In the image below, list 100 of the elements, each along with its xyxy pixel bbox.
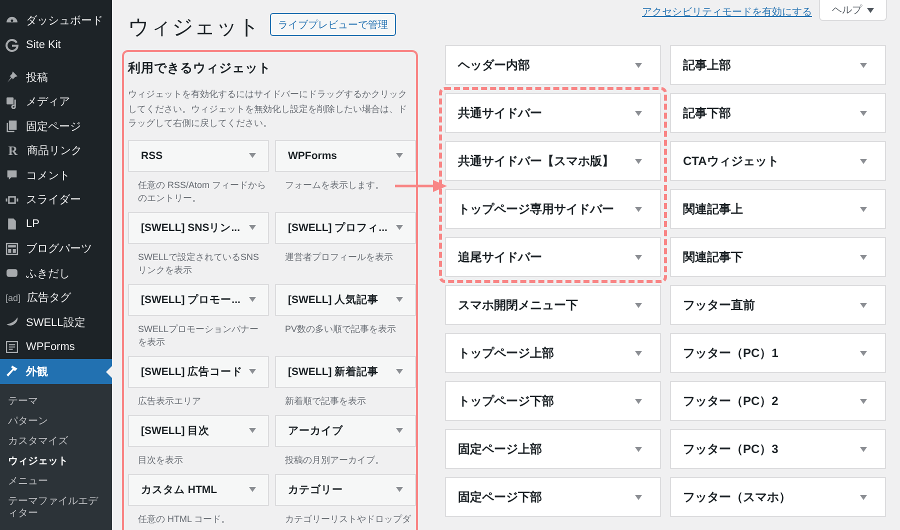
widget-area[interactable]: トップページ専用サイドバー	[445, 189, 661, 229]
g-logo-icon	[5, 38, 19, 52]
caret-icon	[396, 153, 403, 158]
caret-icon	[860, 350, 867, 356]
menu-item[interactable]: ブログパーツ	[0, 236, 112, 261]
widget-description: PV数の多い順で記事を表示	[284, 322, 398, 336]
widget-card[interactable]: [SWELL] 人気記事	[275, 284, 416, 316]
menu-item[interactable]: 投稿	[0, 65, 112, 90]
live-preview-button[interactable]: ライブプレビューで管理	[270, 13, 396, 36]
widget-description: 広告表示エリア	[137, 394, 202, 408]
caret-icon	[860, 158, 867, 164]
widget-description: 任意の RSS/Atom フィードからのエントリー。	[137, 178, 268, 204]
widget-area[interactable]: 記事下部	[670, 93, 886, 133]
widget-area[interactable]: フッター（PC）3	[670, 429, 886, 469]
caret-icon	[860, 254, 867, 260]
caret-icon	[867, 8, 874, 12]
form-icon	[5, 340, 19, 354]
pages-icon	[5, 119, 19, 134]
widget-area[interactable]: ヘッダー内部	[445, 45, 661, 85]
accessibility-mode-link[interactable]: アクセシビリティモードを有効にする	[642, 5, 812, 19]
widget-card[interactable]: [SWELL] SNSリン...	[128, 212, 269, 244]
menu-item[interactable]: ダッシュボード	[0, 8, 112, 32]
paintbrush-icon	[5, 364, 19, 378]
widget-area[interactable]: フッター（スマホ）	[670, 477, 886, 517]
menu-item[interactable]: LP	[0, 212, 112, 236]
widget-description: 目次を表示	[137, 454, 184, 466]
widget-area[interactable]: トップページ下部	[445, 381, 661, 421]
widget-card[interactable]: RSS	[128, 140, 269, 172]
menu-item[interactable]: WPForms	[0, 334, 112, 359]
caret-icon	[860, 446, 867, 452]
caret-icon	[635, 302, 642, 308]
widget-area[interactable]: 関連記事下	[670, 237, 886, 277]
widget-card[interactable]: [SWELL] プロフィ...	[275, 212, 416, 244]
pushpin-icon	[5, 70, 19, 84]
menu-item[interactable]: R 商品リンク	[0, 138, 112, 163]
menu-icon: [ad]	[3, 292, 23, 303]
layout-grid-icon	[5, 242, 19, 256]
caret-icon	[635, 158, 642, 164]
widget-area[interactable]: 共通サイドバー【スマホ版】	[445, 141, 661, 181]
caret-icon	[249, 225, 256, 230]
submenu-item[interactable]: パターン	[0, 412, 112, 432]
submenu-item[interactable]: カスタマイズ	[0, 432, 112, 452]
menu-item[interactable]: [ad] 広告タグ	[0, 286, 112, 310]
widget-area[interactable]: 固定ページ上部	[445, 429, 661, 469]
widget-area[interactable]: 記事上部	[670, 45, 886, 85]
caret-icon	[635, 62, 642, 68]
caret-icon	[396, 369, 403, 374]
widget-card[interactable]: [SWELL] プロモー...	[128, 284, 269, 316]
panel-description: ウィジェットを有効化するにはサイドバーにドラッグするかクリックしてください。ウィジェットを無効化し設定を削除したい場合は、ドラッグして右側に戻してください。	[128, 88, 408, 130]
widget-description: カテゴリーリストやドロップダ	[284, 512, 412, 526]
caret-icon	[396, 297, 403, 302]
widget-description: 運営者プロフィールを表示	[284, 250, 394, 264]
menu-item[interactable]: 外観	[0, 359, 112, 384]
widget-card[interactable]: [SWELL] 新着記事	[275, 356, 416, 388]
help-button[interactable]: ヘルプ	[819, 0, 887, 21]
menu-item[interactable]: ふきだし	[0, 261, 112, 286]
caret-icon	[860, 398, 867, 404]
widget-description: SWELLプロモーションバナーを表示	[137, 322, 260, 348]
menu-item[interactable]: Site Kit	[0, 32, 112, 57]
page-title: ウィジェット	[128, 15, 260, 41]
submenu-item[interactable]: ウィジェット	[0, 452, 112, 472]
widget-area[interactable]: フッター直前	[670, 285, 886, 325]
widget-area[interactable]: 関連記事上	[670, 189, 886, 229]
menu-item[interactable]: SWELL設定	[0, 310, 112, 334]
comment-icon	[5, 168, 19, 182]
widget-area[interactable]: 共通サイドバー	[445, 93, 661, 133]
widget-area[interactable]: トップページ上部	[445, 333, 661, 373]
widget-card[interactable]: カスタム HTML	[128, 474, 269, 506]
submenu-item[interactable]: テーマファイルエディター	[0, 492, 112, 524]
caret-icon	[860, 494, 867, 500]
widget-card[interactable]: アーカイブ	[275, 414, 416, 446]
menu-item[interactable]: 固定ページ	[0, 114, 112, 138]
document-icon	[5, 217, 19, 232]
caret-icon	[635, 254, 642, 260]
submenu-item[interactable]: メニュー	[0, 472, 112, 492]
menu-item[interactable]: メディア	[0, 90, 112, 114]
widget-area[interactable]: フッター（PC）1	[670, 333, 886, 373]
caret-icon	[396, 428, 403, 433]
menu-item[interactable]: コメント	[0, 163, 112, 188]
widget-card[interactable]: [SWELL] 目次	[128, 414, 269, 446]
widget-card[interactable]: WPForms	[275, 140, 416, 172]
widget-description: SWELLで設定されているSNSリンクを表示	[137, 250, 260, 276]
widget-card[interactable]: [SWELL] 広告コード	[128, 356, 269, 388]
caret-icon	[635, 398, 642, 404]
caret-icon	[860, 302, 867, 308]
caret-icon	[249, 153, 256, 158]
widget-area[interactable]: 固定ページ下部	[445, 477, 661, 517]
widget-description: 任意の HTML コード。	[137, 512, 232, 526]
widget-area[interactable]: スマホ開閉メニュー下	[445, 285, 661, 325]
widget-description: 新着順で記事を表示	[284, 394, 367, 408]
menu-item[interactable]: スライダー	[0, 188, 112, 212]
caret-icon	[249, 369, 256, 374]
widget-description: フォームを表示します。	[284, 178, 385, 192]
caret-icon	[249, 487, 256, 492]
widget-area[interactable]: 追尾サイドバー	[445, 237, 661, 277]
widget-area[interactable]: CTAウィジェット	[670, 141, 886, 181]
widget-card[interactable]: カテゴリー	[275, 474, 416, 506]
caret-icon	[396, 225, 403, 230]
widget-area[interactable]: フッター（PC）2	[670, 381, 886, 421]
submenu-item[interactable]: テーマ	[0, 392, 112, 412]
